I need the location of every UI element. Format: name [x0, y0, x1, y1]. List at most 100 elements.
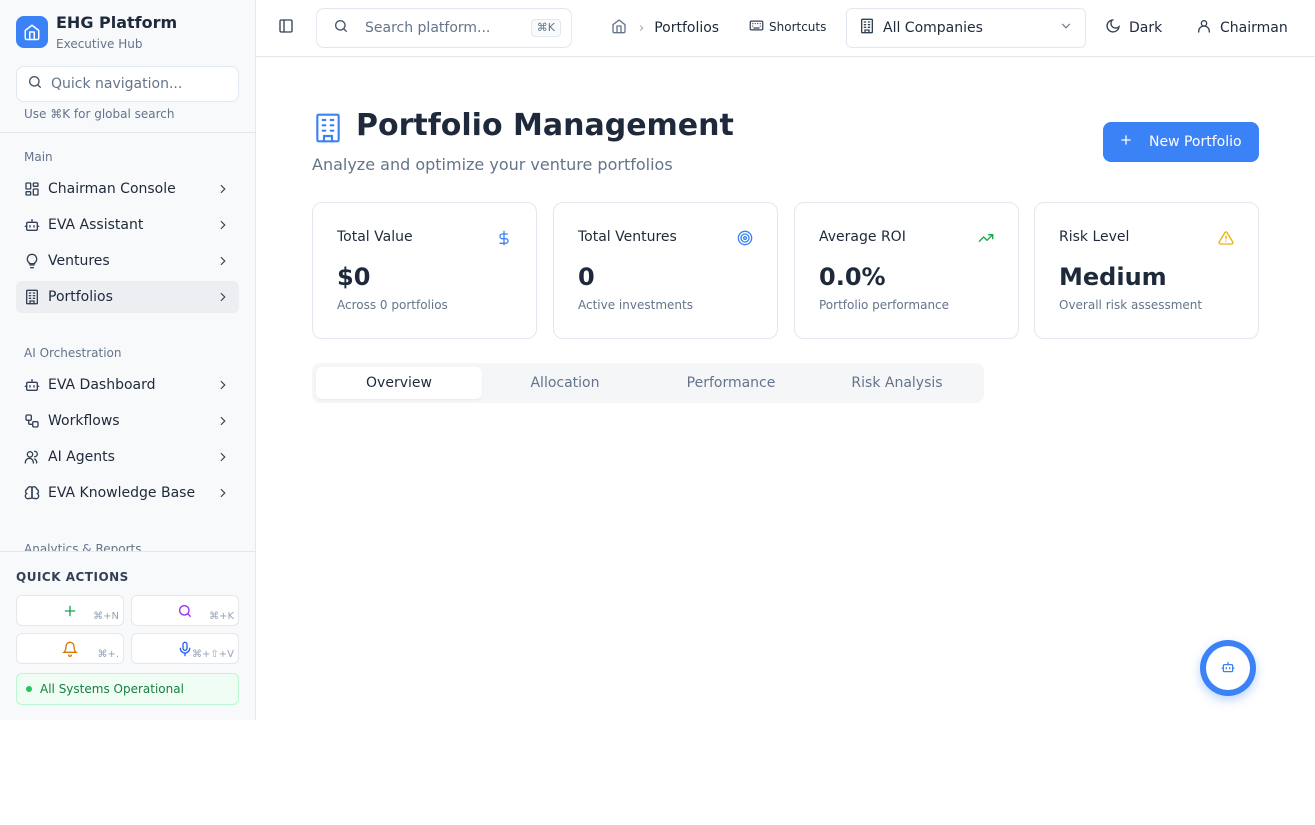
stat-value: Medium	[1059, 263, 1167, 291]
breadcrumb-separator-icon: ›	[639, 20, 645, 36]
section-label-analytics: Analytics & Reports	[24, 542, 142, 551]
global-search-placeholder: Search platform...	[365, 20, 491, 36]
stat-value: $0	[337, 263, 371, 291]
workflow-icon	[24, 413, 40, 429]
stat-title: Total Ventures	[578, 229, 677, 245]
sidebar-item-chairman-console[interactable]: Chairman Console	[16, 173, 239, 205]
chevron-right-icon	[215, 449, 231, 465]
stat-card-risk-level: Risk Level Medium Overall risk assessmen…	[1034, 202, 1259, 339]
stat-value: 0	[578, 263, 595, 291]
chevron-right-icon	[215, 181, 231, 197]
brand-title: EHG Platform	[56, 13, 178, 32]
building-icon	[312, 112, 344, 144]
tab-overview[interactable]: Overview	[316, 367, 482, 399]
stat-card-total-value: Total Value $0 Across 0 portfolios	[312, 202, 537, 339]
chevron-right-icon	[215, 413, 231, 429]
stat-subtitle: Portfolio performance	[819, 298, 950, 312]
section-label-main: Main	[24, 150, 53, 164]
sidebar-item-eva-knowledge-base[interactable]: EVA Knowledge Base	[16, 477, 239, 509]
lightbulb-icon	[24, 253, 40, 269]
sidebar-item-eva-assistant[interactable]: EVA Assistant	[16, 209, 239, 241]
brand[interactable]: EHG Platform Executive Hub	[16, 12, 177, 54]
bot-icon	[24, 217, 40, 233]
sidebar-item-label: Ventures	[48, 253, 110, 269]
sidebar-item-label: Portfolios	[48, 289, 113, 305]
quick-action-voice-button[interactable]: ⌘+⇧+V	[131, 633, 239, 664]
panel-left-icon	[278, 18, 294, 38]
target-icon	[737, 230, 753, 246]
company-select[interactable]: All Companies	[846, 8, 1086, 48]
quick-navigation-input[interactable]	[51, 76, 231, 92]
plus-icon	[61, 602, 79, 620]
portfolio-tabs: Overview Allocation Performance Risk Ana…	[312, 363, 984, 403]
user-label: Chairman	[1220, 20, 1288, 36]
layout-grid-icon	[24, 181, 40, 197]
page-subtitle: Analyze and optimize your venture portfo…	[312, 155, 673, 174]
shortcut-label: ⌘+K	[209, 611, 234, 622]
tab-risk-analysis[interactable]: Risk Analysis	[814, 367, 980, 399]
breadcrumb: › Portfolios	[611, 18, 719, 38]
home-icon[interactable]	[611, 18, 627, 38]
bot-icon	[1221, 659, 1235, 678]
shortcuts-button[interactable]: Shortcuts	[749, 18, 826, 36]
quick-actions-title: QUICK ACTIONS	[16, 570, 129, 584]
quick-navigation-field[interactable]	[16, 66, 239, 102]
stat-title: Total Value	[337, 229, 413, 245]
search-icon	[27, 74, 43, 94]
building-icon	[859, 18, 875, 38]
search-shortcut-kbd: ⌘K	[530, 19, 561, 37]
quick-action-notifications-button[interactable]: ⌘+.	[16, 633, 124, 664]
top-header: Search platform... ⌘K › Portfolios Short…	[256, 0, 1315, 57]
tab-allocation[interactable]: Allocation	[482, 367, 648, 399]
search-hint: Use ⌘K for global search	[24, 107, 175, 121]
global-search-field[interactable]: Search platform... ⌘K	[316, 8, 572, 48]
breadcrumb-item-portfolios[interactable]: Portfolios	[654, 20, 719, 36]
sidebar-item-label: AI Agents	[48, 449, 115, 465]
building-icon	[24, 289, 40, 305]
section-label-ai-orchestration: AI Orchestration	[24, 346, 122, 360]
sidebar-nav[interactable]: Main Chairman Console EVA Assistant Vent…	[0, 133, 255, 551]
sidebar-item-eva-dashboard[interactable]: EVA Dashboard	[16, 369, 239, 401]
company-select-value: All Companies	[883, 20, 983, 36]
search-icon	[333, 18, 349, 38]
shortcut-label: ⌘+⇧+V	[192, 649, 234, 660]
plus-icon	[1119, 133, 1133, 151]
sidebar-item-ventures[interactable]: Ventures	[16, 245, 239, 277]
dollar-icon	[496, 230, 512, 246]
sidebar-toggle-button[interactable]	[276, 18, 296, 38]
eva-assistant-fab[interactable]	[1200, 640, 1256, 696]
home-icon	[16, 16, 48, 48]
users-icon	[24, 449, 40, 465]
alert-triangle-icon	[1218, 230, 1234, 246]
theme-toggle-button[interactable]: Dark	[1105, 18, 1162, 38]
sidebar-item-label: EVA Assistant	[48, 217, 144, 233]
new-portfolio-button[interactable]: New Portfolio	[1103, 122, 1259, 162]
tab-performance[interactable]: Performance	[648, 367, 814, 399]
stat-value: 0.0%	[819, 263, 886, 291]
user-menu-button[interactable]: Chairman	[1196, 18, 1288, 38]
brain-icon	[24, 485, 40, 501]
keyboard-icon	[749, 18, 764, 36]
sidebar-item-portfolios[interactable]: Portfolios	[16, 281, 239, 313]
stat-card-total-ventures: Total Ventures 0 Active investments	[553, 202, 778, 339]
quick-action-search-button[interactable]: ⌘+K	[131, 595, 239, 626]
sidebar-item-workflows[interactable]: Workflows	[16, 405, 239, 437]
shortcuts-label: Shortcuts	[769, 20, 827, 34]
stat-subtitle: Active investments	[578, 298, 693, 312]
theme-label: Dark	[1129, 20, 1163, 36]
sidebar-item-label: EVA Dashboard	[48, 377, 156, 393]
sidebar-item-label: EVA Knowledge Base	[48, 485, 196, 501]
chevron-right-icon	[215, 289, 231, 305]
page-title: Portfolio Management	[356, 108, 734, 143]
sidebar-item-ai-agents[interactable]: AI Agents	[16, 441, 239, 473]
brand-subtitle: Executive Hub	[56, 37, 143, 51]
stat-title: Risk Level	[1059, 229, 1130, 245]
quick-actions-panel: QUICK ACTIONS ⌘+N ⌘+K ⌘+. ⌘+⇧+V All Syst…	[0, 551, 255, 720]
shortcut-label: ⌘+.	[97, 649, 119, 660]
trending-up-icon	[978, 230, 994, 246]
sidebar-item-label: Workflows	[48, 413, 120, 429]
chevron-right-icon	[215, 485, 231, 501]
quick-action-new-button[interactable]: ⌘+N	[16, 595, 124, 626]
shortcut-label: ⌘+N	[93, 611, 119, 622]
bell-icon	[61, 640, 79, 658]
